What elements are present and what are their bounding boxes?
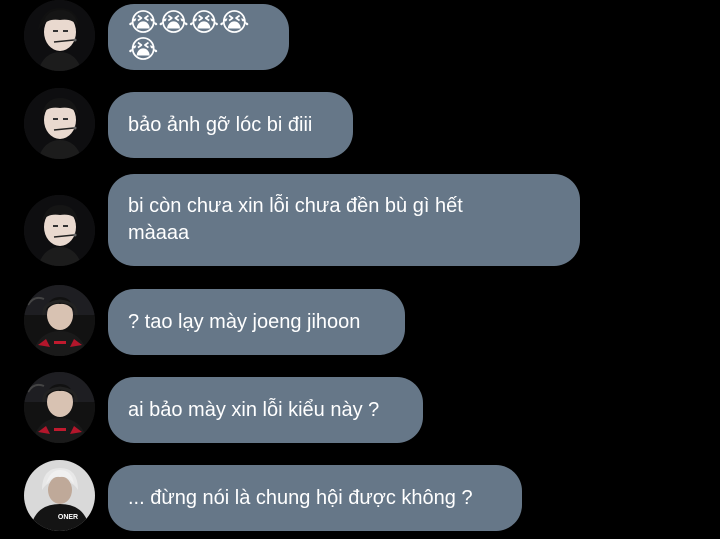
avatar[interactable] bbox=[24, 372, 95, 443]
message-text: 😭😭😭😭😭 bbox=[128, 8, 250, 65]
avatar[interactable] bbox=[24, 285, 95, 356]
profile-photo-icon bbox=[24, 0, 95, 71]
message-bubble: ? tao lạy mày joeng jihoon bbox=[108, 289, 405, 355]
message-bubble: 😭😭😭😭😭 bbox=[108, 4, 289, 70]
message-text: ... đừng nói là chung hội được không ? bbox=[128, 486, 473, 509]
message-bubble: ai bảo mày xin lỗi kiểu này ? bbox=[108, 377, 423, 443]
message-text: bi còn chưa xin lỗi chưa đền bù gì hết m… bbox=[128, 195, 469, 244]
message-text: ai bảo mày xin lỗi kiểu này ? bbox=[128, 398, 380, 421]
jersey-text: ONER bbox=[58, 514, 78, 521]
profile-photo-icon: ONER bbox=[24, 460, 95, 531]
profile-photo-icon bbox=[24, 88, 95, 159]
message-text: ? tao lạy mày joeng jihoon bbox=[128, 310, 361, 333]
avatar[interactable] bbox=[24, 88, 95, 159]
profile-photo-icon bbox=[24, 195, 95, 266]
message-bubble: bảo ảnh gỡ lóc bi điii bbox=[108, 92, 353, 158]
message-text: bảo ảnh gỡ lóc bi điii bbox=[128, 113, 313, 136]
chat-thread: 😭😭😭😭😭 bảo ảnh gỡ lóc bi điii bi còn chưa… bbox=[0, 0, 720, 539]
profile-photo-icon bbox=[24, 372, 95, 443]
avatar[interactable]: ONER bbox=[24, 460, 95, 531]
avatar[interactable] bbox=[24, 195, 95, 266]
avatar[interactable] bbox=[24, 0, 95, 71]
message-bubble: ... đừng nói là chung hội được không ? bbox=[108, 465, 522, 531]
message-bubble: bi còn chưa xin lỗi chưa đền bù gì hết m… bbox=[108, 174, 580, 266]
profile-photo-icon bbox=[24, 285, 95, 356]
